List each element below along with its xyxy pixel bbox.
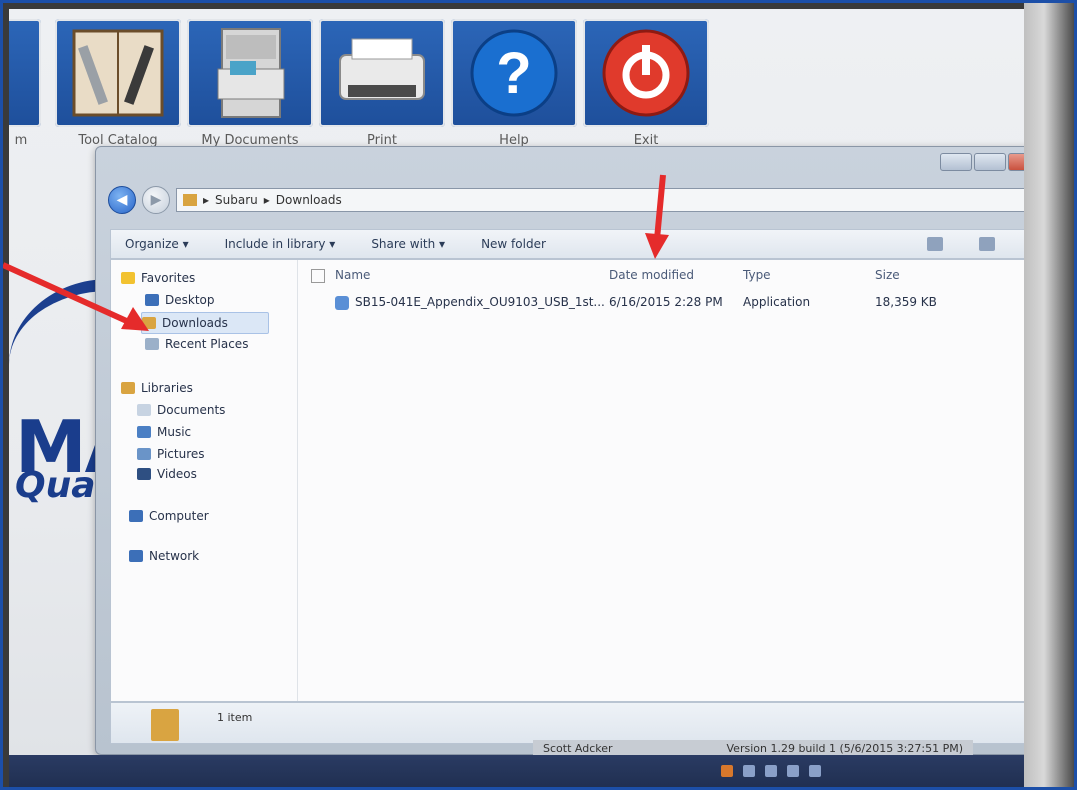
photo-frame: m Tool Catalog My Documents Print ? Help…	[0, 0, 1077, 790]
annotation-arrows	[3, 174, 669, 331]
arrow-to-date-modified	[645, 174, 669, 259]
arrow-to-downloads	[3, 262, 149, 331]
